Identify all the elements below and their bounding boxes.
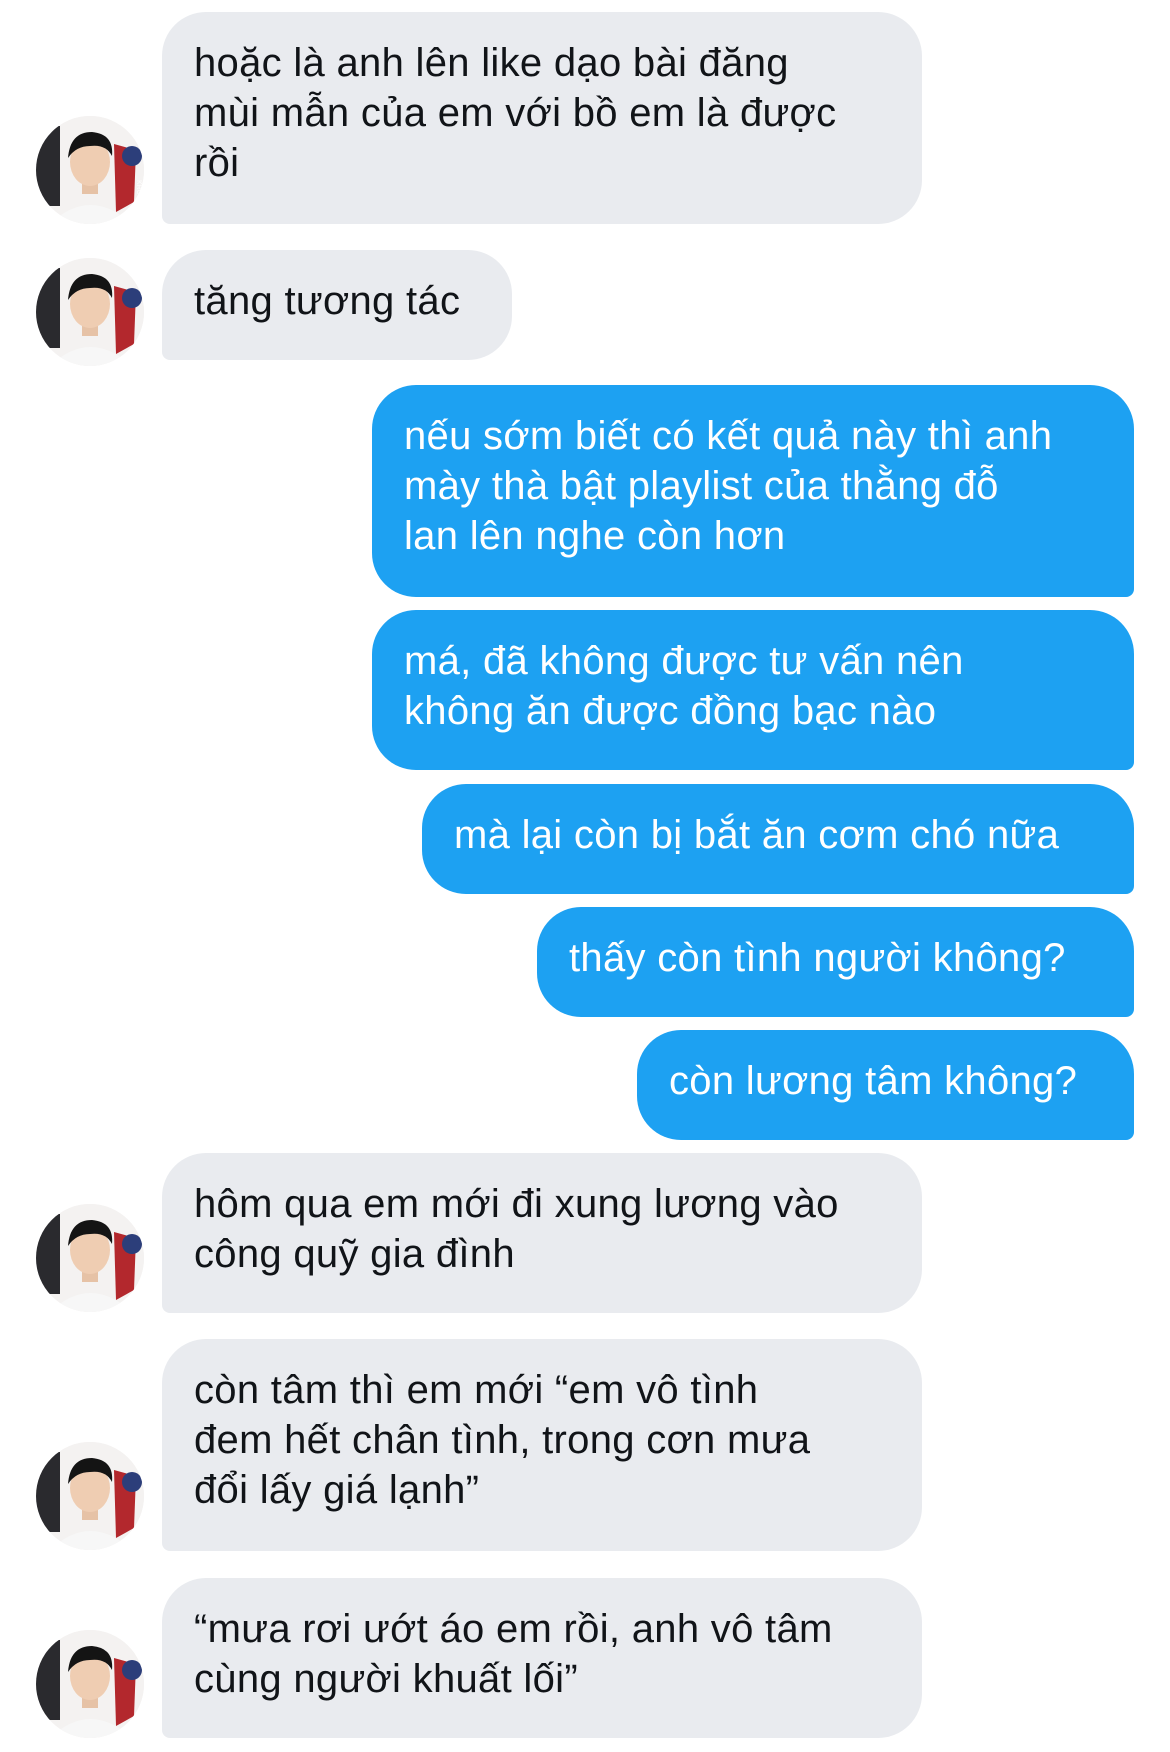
- incoming-message-bubble[interactable]: còn tâm thì em mới “em vô tình đem hết c…: [162, 1339, 922, 1551]
- outgoing-message-bubble[interactable]: má, đã không được tư vấn nên không ăn đư…: [372, 610, 1134, 770]
- sender-avatar[interactable]: [36, 1442, 144, 1550]
- profile-photo-icon: KRUSI: [36, 116, 144, 224]
- message-thread: KRUSI hoặc là anh lên like dạo bài đăng …: [0, 0, 1170, 1752]
- outgoing-message-bubble[interactable]: mà lại còn bị bắt ăn cơm chó nữa: [422, 784, 1134, 894]
- profile-photo-icon: [36, 258, 144, 366]
- incoming-message-bubble[interactable]: hoặc là anh lên like dạo bài đăng mùi mẫ…: [162, 12, 922, 224]
- incoming-message-bubble[interactable]: “mưa rơi ướt áo em rồi, anh vô tâm cùng …: [162, 1578, 922, 1738]
- profile-photo-icon: [36, 1442, 144, 1550]
- profile-photo-icon: [36, 1630, 144, 1738]
- outgoing-message-bubble[interactable]: còn lương tâm không?: [637, 1030, 1134, 1140]
- outgoing-message-bubble[interactable]: nếu sớm biết có kết quả này thì anh mày …: [372, 385, 1134, 597]
- sender-avatar[interactable]: KRUSI: [36, 116, 144, 224]
- sender-avatar[interactable]: [36, 1630, 144, 1738]
- incoming-message-bubble[interactable]: hôm qua em mới đi xung lương vào công qu…: [162, 1153, 922, 1313]
- incoming-message-bubble[interactable]: tăng tương tác: [162, 250, 512, 360]
- badge-text: KRUSI: [135, 180, 142, 201]
- outgoing-message-bubble[interactable]: thấy còn tình người không?: [537, 907, 1134, 1017]
- profile-photo-icon: [36, 1204, 144, 1312]
- sender-avatar[interactable]: [36, 1204, 144, 1312]
- sender-avatar[interactable]: [36, 258, 144, 366]
